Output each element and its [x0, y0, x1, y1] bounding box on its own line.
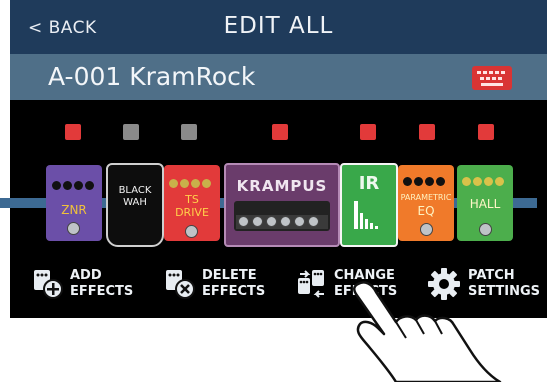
- add-effects-icon: [34, 270, 63, 299]
- effect-label: PARAMETRIC: [400, 193, 452, 202]
- effect-led-6: [419, 124, 435, 140]
- effect-label: TS: [185, 193, 199, 206]
- effect-led-2: [123, 124, 139, 140]
- effect-led-4: [272, 124, 288, 140]
- effect-hall[interactable]: HALL: [457, 165, 513, 241]
- effect-label: ZNR: [61, 203, 87, 217]
- effect-znr[interactable]: ZNR: [46, 165, 102, 241]
- effect-label: DRIVE: [175, 206, 209, 219]
- effect-label: HALL: [469, 197, 501, 211]
- pointing-hand-icon: [353, 281, 502, 382]
- effect-label: KRAMPUS: [236, 177, 328, 195]
- impulse-graph-icon: [354, 199, 384, 229]
- effect-led-7: [478, 124, 494, 140]
- effect-parametric-eq[interactable]: PARAMETRIC EQ: [398, 165, 454, 241]
- effect-krampus[interactable]: KRAMPUS: [224, 163, 340, 247]
- patch-bar: A-001 KramRock: [10, 54, 547, 100]
- page-title: EDIT ALL: [223, 13, 334, 39]
- effect-label: IR: [358, 173, 380, 194]
- effect-black-wah[interactable]: BLACK WAH: [106, 163, 164, 247]
- effect-led-3: [181, 124, 197, 140]
- effect-led-1: [65, 124, 81, 140]
- change-effects-icon: [298, 270, 324, 298]
- effect-led-5: [360, 124, 376, 140]
- action-label: EFFECTS: [202, 284, 266, 299]
- action-label: DELETE: [202, 268, 257, 283]
- add-effects-button[interactable]: ADD EFFECTS: [32, 268, 134, 304]
- keyboard-icon[interactable]: [472, 66, 512, 90]
- action-label: ADD: [70, 268, 102, 283]
- effect-ts-drive[interactable]: TS DRIVE: [164, 165, 220, 241]
- effect-label: BLACK: [118, 185, 152, 196]
- effect-label: EQ: [417, 204, 435, 218]
- patch-name[interactable]: A-001 KramRock: [48, 62, 255, 91]
- effect-ir[interactable]: IR: [340, 163, 398, 247]
- delete-effects-icon: [166, 270, 195, 299]
- effect-label: WAH: [123, 197, 147, 208]
- action-label: EFFECTS: [70, 284, 134, 299]
- title-bar: < BACK EDIT ALL: [10, 0, 547, 54]
- delete-effects-button[interactable]: DELETE EFFECTS: [164, 268, 266, 304]
